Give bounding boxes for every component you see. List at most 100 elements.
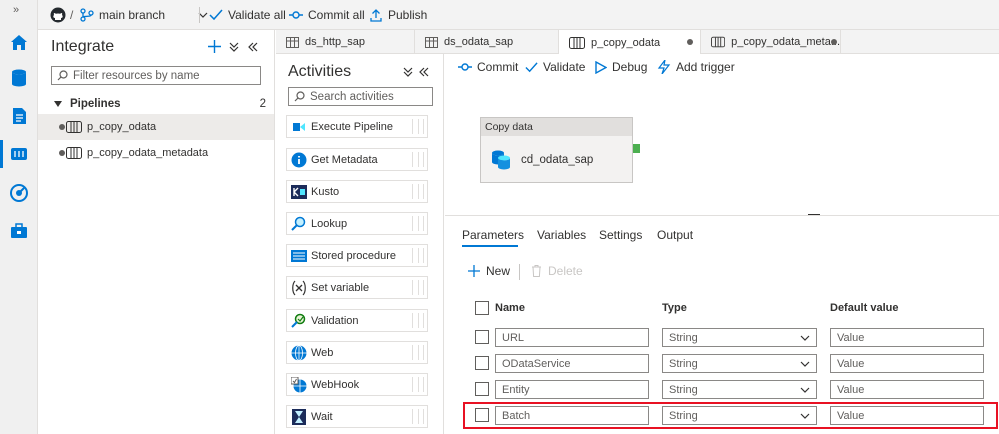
tab-label: p_copy_odata_meta... <box>731 36 840 48</box>
column-header-name: Name <box>495 302 525 314</box>
monitor-icon[interactable] <box>9 183 29 203</box>
copy-data-icon <box>492 150 510 170</box>
add-icon[interactable] <box>208 40 221 53</box>
drag-handle-icon[interactable] <box>412 119 424 134</box>
parameter-name-input[interactable]: Entity <box>495 380 649 399</box>
select-all-checkbox[interactable] <box>475 301 489 315</box>
success-output-handle[interactable] <box>633 144 640 153</box>
commit-button[interactable]: Commit <box>458 60 518 74</box>
drag-handle-icon[interactable] <box>412 345 424 360</box>
chevron-down-icon <box>800 361 810 367</box>
add-icon <box>468 265 480 277</box>
dataset-icon <box>286 36 299 48</box>
pipeline-item[interactable]: p_copy_odata_metadata <box>38 140 274 166</box>
parameter-name-input[interactable]: ODataService <box>495 354 649 373</box>
integrate-title: Integrate <box>51 38 115 55</box>
activity-set-variable[interactable]: Set variable <box>286 276 428 299</box>
parameter-default-input[interactable]: Value <box>830 380 984 399</box>
pipelines-section[interactable]: Pipelines 2 <box>54 96 266 112</box>
tab-p-copy-odata[interactable]: p_copy_odata <box>559 30 701 55</box>
activity-lookup[interactable]: Lookup <box>286 212 428 235</box>
activity-web[interactable]: Web <box>286 341 428 364</box>
expand-icon[interactable]: » <box>13 4 19 16</box>
copy-data-node[interactable]: Copy data cd_odata_sap <box>480 117 633 183</box>
row-checkbox[interactable] <box>475 382 489 396</box>
row-checkbox[interactable] <box>475 356 489 370</box>
caret-down-icon <box>54 101 62 107</box>
activity-validation[interactable]: Validation <box>286 309 428 332</box>
tab-variables[interactable]: Variables <box>537 228 586 242</box>
parameter-default-input[interactable]: Value <box>830 328 984 347</box>
validate-button[interactable]: Validate <box>525 60 585 74</box>
search-activities-input[interactable]: Search activities <box>288 87 433 106</box>
validate-check-icon <box>209 9 223 21</box>
activity-get-metadata[interactable]: Get Metadata <box>286 148 428 171</box>
develop-icon[interactable] <box>9 106 29 126</box>
parameter-default-input[interactable]: Value <box>830 354 984 373</box>
commit-label: Commit <box>477 60 519 74</box>
tab-settings[interactable]: Settings <box>599 228 642 242</box>
tab-ds-http-sap[interactable]: ds_http_sap <box>276 30 415 54</box>
parameter-default-input[interactable]: Value <box>830 406 984 425</box>
branch-label: main branch <box>99 8 166 22</box>
row-checkbox[interactable] <box>475 330 489 344</box>
collapse-all-icon[interactable] <box>403 67 413 77</box>
activity-wait[interactable]: Wait <box>286 405 428 428</box>
parameter-name-input[interactable]: Batch <box>495 406 649 425</box>
parameter-name-input[interactable]: URL <box>495 328 649 347</box>
parameter-type-select[interactable]: String <box>662 380 817 399</box>
tab-parameters[interactable]: Parameters <box>462 228 524 242</box>
manage-icon[interactable] <box>9 221 29 241</box>
globe-icon <box>291 344 307 361</box>
row-checkbox[interactable] <box>475 408 489 422</box>
parameter-type-select[interactable]: String <box>662 328 817 347</box>
filter-resources-input[interactable]: Filter resources by name <box>51 66 261 85</box>
delete-parameter-button[interactable]: Delete <box>531 264 583 278</box>
data-icon[interactable] <box>9 68 29 88</box>
branch-icon <box>80 8 94 22</box>
home-icon[interactable] <box>9 32 29 52</box>
drag-handle-icon[interactable] <box>412 313 424 328</box>
parameter-type-select[interactable]: String <box>662 354 817 373</box>
lookup-icon <box>291 216 306 231</box>
activity-execute-pipeline[interactable]: Execute Pipeline <box>286 115 428 138</box>
activity-stored-procedure[interactable]: Stored procedure <box>286 244 428 267</box>
publish-button[interactable]: Publish <box>369 7 427 23</box>
commit-all-button[interactable]: Commit all <box>289 7 365 23</box>
activity-webhook[interactable]: WebHook <box>286 373 428 396</box>
drag-handle-icon[interactable] <box>412 216 424 231</box>
debug-button[interactable]: Debug <box>595 60 647 74</box>
commit-icon <box>458 63 472 71</box>
activity-kusto[interactable]: Kusto <box>286 180 428 203</box>
drag-handle-icon[interactable] <box>412 409 424 424</box>
activity-label: Set variable <box>311 281 370 294</box>
filter-placeholder: Filter resources by name <box>73 69 200 82</box>
new-parameter-button[interactable]: New <box>468 264 510 278</box>
new-label: New <box>486 264 511 278</box>
value-placeholder: Value <box>837 409 865 422</box>
branch-selector[interactable]: main branch <box>80 7 208 23</box>
commit-icon <box>289 11 303 19</box>
tab-output[interactable]: Output <box>657 228 693 242</box>
tab-ds-odata-sap[interactable]: ds_odata_sap <box>415 30 559 54</box>
add-trigger-button[interactable]: Add trigger <box>657 60 735 74</box>
publish-icon <box>370 9 382 22</box>
integrate-icon[interactable] <box>9 144 29 164</box>
double-chevron-left-icon[interactable] <box>248 42 258 52</box>
pipeline-item[interactable]: p_copy_odata <box>38 114 274 140</box>
collapse-all-icon[interactable] <box>229 42 239 52</box>
drag-handle-icon[interactable] <box>412 184 424 199</box>
pipeline-canvas[interactable]: Commit Validate Debug Add trigger Copy d… <box>445 54 999 216</box>
drag-handle-icon[interactable] <box>412 152 424 167</box>
chevron-down-icon <box>800 387 810 393</box>
top-toolbar: / main branch Validate all Commit all Pu… <box>38 0 999 30</box>
parameter-type-select[interactable]: String <box>662 406 817 425</box>
validate-all-button[interactable]: Validate all <box>209 7 286 23</box>
double-chevron-left-icon[interactable] <box>419 67 429 77</box>
divider <box>199 7 200 23</box>
tab-p-copy-odata-metadata[interactable]: p_copy_odata_meta... <box>701 30 841 54</box>
drag-handle-icon[interactable] <box>412 248 424 263</box>
drag-handle-icon[interactable] <box>412 377 424 392</box>
drag-handle-icon[interactable] <box>412 280 424 295</box>
parameter-name-value: ODataService <box>502 357 571 370</box>
